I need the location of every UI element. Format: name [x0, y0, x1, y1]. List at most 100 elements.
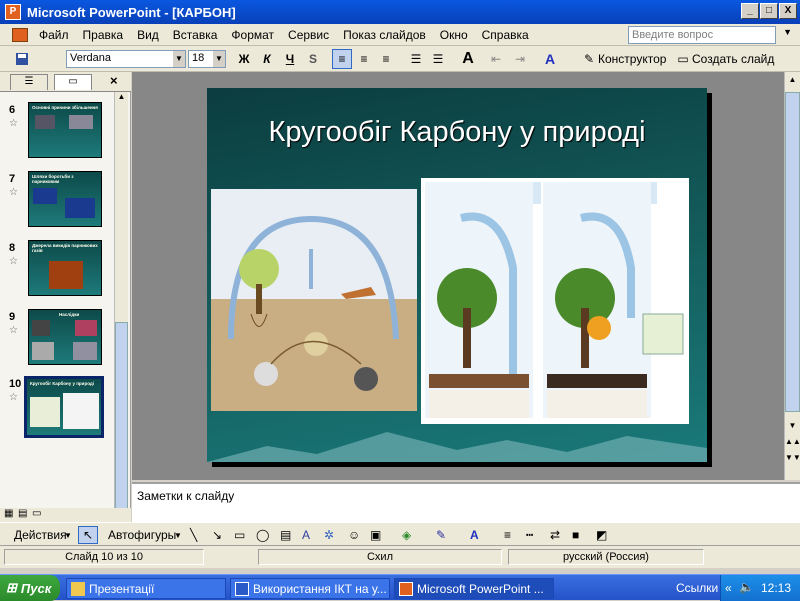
decrease-indent-icon[interactable]: ⇤	[486, 49, 506, 69]
menu-file[interactable]: Файл	[32, 28, 76, 42]
menu-slideshow[interactable]: Показ слайдов	[336, 28, 433, 42]
tab-slides[interactable]: ▭	[54, 74, 92, 90]
wordart-icon[interactable]: A	[302, 526, 310, 544]
font-color-icon[interactable]: A	[470, 526, 479, 544]
fill-color-icon[interactable]: ◈	[402, 526, 411, 544]
close-button[interactable]: X	[779, 3, 797, 19]
dropdown-arrow-icon[interactable]: ▼	[783, 27, 792, 37]
3d-style-icon[interactable]: ◩	[596, 526, 607, 544]
previous-slide-icon[interactable]: ▲▲	[785, 434, 800, 449]
new-slide-button[interactable]: Создать слайд	[692, 49, 774, 69]
arrow-style-icon[interactable]: ⇄	[550, 526, 560, 544]
document-icon[interactable]	[12, 27, 28, 42]
menu-help[interactable]: Справка	[475, 28, 536, 42]
menu-tools[interactable]: Сервис	[281, 28, 336, 42]
panel-scrollbar[interactable]: ▲ ▼	[114, 92, 128, 522]
increase-font-icon[interactable]: A	[458, 49, 478, 69]
font-name-select[interactable]: Verdana ▼	[66, 50, 186, 68]
help-search-input[interactable]: Введите вопрос	[628, 26, 776, 44]
slide-thumbnail[interactable]: Шляхи боротьби з парниковим	[28, 171, 102, 227]
font-size-select[interactable]: 18 ▼	[188, 50, 226, 68]
slide-thumb-10[interactable]: 10 ☆ Кругообіг Карбону у природі	[0, 376, 116, 438]
task-word[interactable]: Використання ІКТ на у...	[230, 578, 390, 599]
slide-thumb-9[interactable]: 9 ☆ Наслідки	[0, 309, 116, 371]
slide-thumbnail[interactable]: Джерела викидів парникових газів	[28, 240, 102, 296]
next-slide-icon[interactable]: ▼▼	[785, 450, 800, 465]
oval-icon[interactable]: ◯	[256, 526, 269, 544]
underline-button[interactable]: Ч	[280, 49, 300, 69]
slide-thumbnail-selected[interactable]: Кругообіг Карбону у природі	[24, 376, 104, 438]
scroll-thumb[interactable]	[785, 92, 800, 412]
slide-thumb-7[interactable]: 7 ☆ Шляхи боротьби з парниковим	[0, 171, 116, 233]
normal-view-icon[interactable]: ▦	[4, 508, 13, 519]
align-right-icon[interactable]: ≡	[376, 49, 396, 69]
slide-vertical-scrollbar[interactable]: ▲ ▼ ▲▲ ▼▼	[784, 72, 800, 480]
notes-pane[interactable]: Заметки к слайду	[132, 482, 800, 522]
scroll-up-icon[interactable]: ▲	[785, 72, 800, 87]
autoshapes-menu[interactable]: Автофигуры	[108, 526, 176, 544]
scroll-down-icon[interactable]: ▼	[785, 418, 800, 433]
textbox-icon[interactable]: ▤	[280, 526, 291, 544]
menu-insert[interactable]: Вставка	[166, 28, 225, 42]
slide-thumb-6[interactable]: 6 ☆ Основні причини збільшення	[0, 102, 116, 164]
shadow-style-icon[interactable]: ■	[572, 526, 579, 544]
diagram-icon[interactable]: ✲	[324, 526, 334, 544]
actions-menu[interactable]: Действия	[14, 526, 67, 544]
dropdown-arrow-icon[interactable]: ▼	[64, 526, 72, 544]
carbon-cycle-diagram[interactable]	[211, 189, 417, 411]
current-slide[interactable]: Кругообіг Карбону у природі	[207, 88, 707, 462]
designer-button[interactable]: Конструктор	[598, 49, 666, 69]
bold-button[interactable]: Ж	[234, 49, 254, 69]
close-panel-icon[interactable]: ×	[110, 73, 118, 88]
chevron-left-icon[interactable]: «	[725, 581, 732, 595]
line-color-icon[interactable]: ✎	[436, 526, 446, 544]
slide-thumbnail[interactable]: Наслідки	[28, 309, 102, 365]
font-color-icon[interactable]: A	[540, 49, 560, 69]
align-left-icon[interactable]: ≡	[332, 49, 352, 69]
maximize-button[interactable]: □	[760, 3, 778, 19]
minimize-button[interactable]: _	[741, 3, 759, 19]
slide-thumb-8[interactable]: 8 ☆ Джерела викидів парникових газів	[0, 240, 116, 302]
dropdown-arrow-icon[interactable]: ▼	[213, 51, 225, 67]
menu-edit[interactable]: Правка	[76, 28, 131, 42]
speaker-icon[interactable]: 🔈	[739, 580, 754, 594]
powerpoint-icon[interactable]: P	[5, 4, 21, 20]
bullet-list-icon[interactable]: ☰	[428, 49, 448, 69]
rectangle-icon[interactable]: ▭	[234, 526, 245, 544]
biochar-comparison-diagram[interactable]	[421, 178, 689, 424]
thumb-image	[32, 342, 54, 360]
notes-placeholder[interactable]: Заметки к слайду	[137, 489, 234, 503]
clipart-icon[interactable]: ☺	[348, 526, 360, 544]
sorter-view-icon[interactable]: ▤	[18, 508, 27, 519]
numbered-list-icon[interactable]: ☰	[406, 49, 426, 69]
dropdown-arrow-icon[interactable]: ▼	[174, 526, 182, 544]
line-style-icon[interactable]: ≡	[504, 526, 511, 544]
links-toolbar[interactable]: Ссылки	[676, 581, 718, 595]
align-center-icon[interactable]: ≡	[354, 49, 374, 69]
start-button[interactable]: ⊞ Пуск	[0, 575, 60, 601]
picture-icon[interactable]: ▣	[370, 526, 381, 544]
scroll-up-icon[interactable]: ▲	[115, 92, 128, 106]
task-powerpoint[interactable]: Microsoft PowerPoint ...	[394, 578, 554, 599]
slide-title[interactable]: Кругообіг Карбону у природі	[207, 116, 707, 149]
menu-format[interactable]: Формат	[224, 28, 281, 42]
slideshow-view-icon[interactable]: ▭	[32, 508, 41, 519]
menu-view[interactable]: Вид	[130, 28, 166, 42]
tab-outline[interactable]: ☰	[10, 74, 48, 90]
dropdown-arrow-icon[interactable]: ▼	[173, 51, 185, 67]
line-icon[interactable]: ╲	[190, 526, 197, 544]
italic-button[interactable]: К	[257, 49, 277, 69]
select-pointer-icon[interactable]: ↖	[78, 526, 98, 544]
designer-icon[interactable]: ✎	[584, 49, 594, 69]
shadow-button[interactable]: S	[303, 49, 323, 69]
arrow-icon[interactable]: ↘	[212, 526, 222, 544]
dash-style-icon[interactable]: ┅	[526, 526, 533, 544]
clock[interactable]: 12:13	[761, 581, 791, 595]
menu-window[interactable]: Окно	[433, 28, 475, 42]
new-slide-icon[interactable]: ▭	[676, 49, 690, 69]
slide-thumbnail[interactable]: Основні причини збільшення	[28, 102, 102, 158]
save-icon[interactable]	[12, 49, 32, 69]
scroll-thumb[interactable]	[115, 322, 128, 512]
increase-indent-icon[interactable]: ⇥	[510, 49, 530, 69]
task-folder[interactable]: Презентації	[66, 578, 226, 599]
